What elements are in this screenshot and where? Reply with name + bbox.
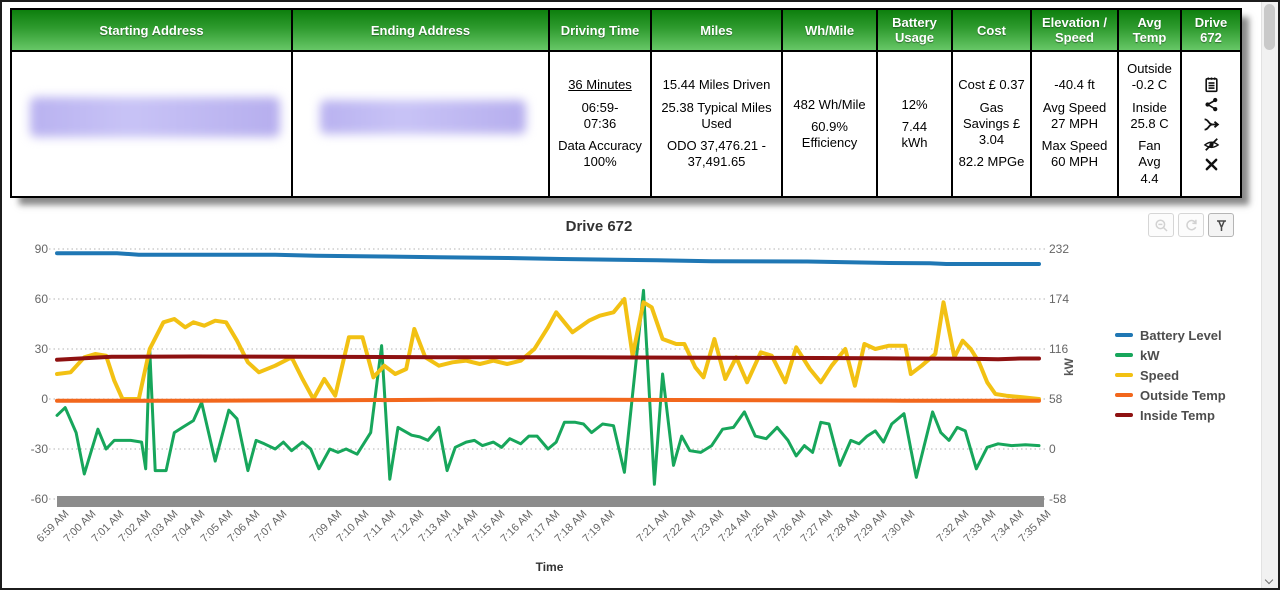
legend-swatch [1115,353,1133,357]
right-tick-116: 116 [1049,342,1068,356]
scroll-down-icon[interactable] [1266,577,1273,584]
chart-legend: Battery Level kW Speed Outside Temp Inside T… [1115,325,1226,425]
right-axis-label: kW [1062,358,1076,376]
right-tick-232: 232 [1049,242,1069,256]
left-tick--30: -30 [18,442,48,456]
legend-item-inside-temp[interactable]: Inside Temp [1115,405,1226,425]
legend-swatch [1115,373,1133,377]
drive-detail-page: Starting Address Ending Address Driving … [0,0,1280,590]
legend-label: Outside Temp [1140,388,1226,403]
legend-label: kW [1140,348,1160,363]
legend-item-outside-temp[interactable]: Outside Temp [1115,385,1226,405]
right-tick-0: 0 [1049,442,1056,456]
drive-chart-plot[interactable] [2,2,1280,590]
legend-label: Speed [1140,368,1179,383]
left-tick-30: 30 [18,342,48,356]
left-tick--60: -60 [18,492,48,506]
legend-label: Inside Temp [1140,408,1215,423]
right-tick-58: 58 [1049,392,1062,406]
legend-label: Battery Level [1140,328,1222,343]
legend-swatch [1115,393,1133,397]
vertical-scrollbar[interactable] [1261,2,1278,588]
left-tick-60: 60 [18,292,48,306]
legend-swatch [1115,333,1133,337]
legend-item-speed[interactable]: Speed [1115,365,1226,385]
x-axis-label: Time [57,560,1042,574]
right-tick--58: -58 [1049,492,1066,506]
left-tick-0: 0 [18,392,48,406]
right-tick-174: 174 [1049,292,1069,306]
left-tick-90: 90 [18,242,48,256]
legend-swatch [1115,413,1133,417]
legend-item-battery-level[interactable]: Battery Level [1115,325,1226,345]
scrollbar-thumb[interactable] [1264,4,1275,50]
legend-item-kw[interactable]: kW [1115,345,1226,365]
